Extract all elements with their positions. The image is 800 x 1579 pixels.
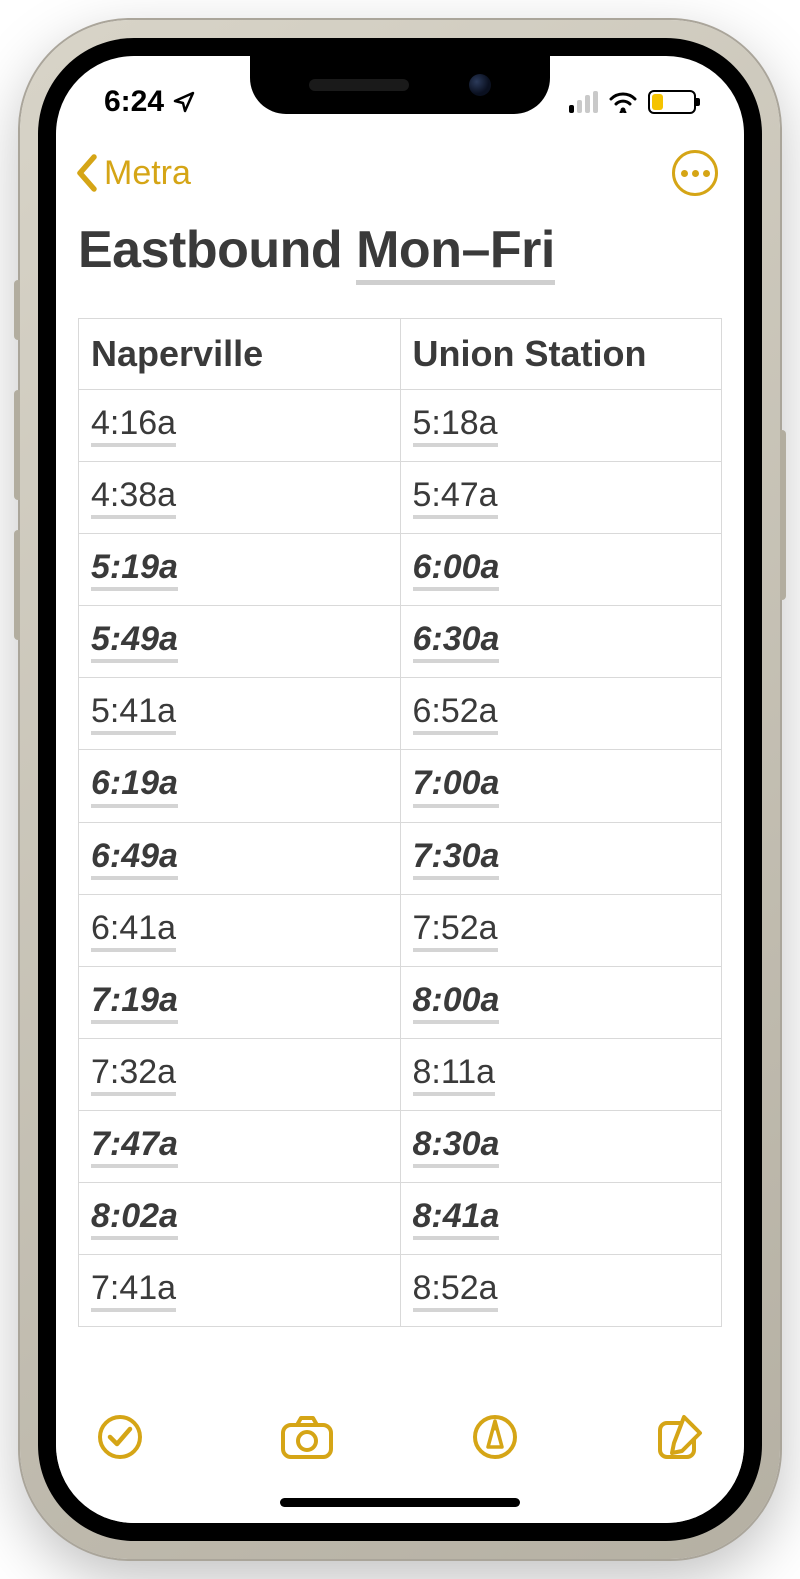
cell-departure: 7:41a [79,1255,401,1327]
checklist-button[interactable] [96,1413,144,1461]
table-row: 5:49a6:30a [79,606,722,678]
home-indicator[interactable] [280,1498,520,1507]
cell-departure: 6:19a [79,750,401,822]
cell-arrival: 8:52a [400,1255,722,1327]
markup-button[interactable] [471,1413,519,1461]
status-time: 6:24 [104,85,164,119]
cell-arrival: 7:30a [400,822,722,894]
camera-button[interactable] [279,1413,335,1461]
cell-arrival: 6:30a [400,606,722,678]
cell-departure: 4:16a [79,390,401,462]
table-row: 7:47a8:30a [79,1110,722,1182]
cell-departure: 8:02a [79,1183,401,1255]
note-content[interactable]: Eastbound Mon–Fri Naperville Union Stati… [56,206,744,1523]
cell-arrival: 7:52a [400,894,722,966]
cell-departure: 5:49a [79,606,401,678]
navigation-bar: Metra [56,132,744,206]
cell-arrival: 8:00a [400,966,722,1038]
back-button[interactable]: Metra [74,153,191,193]
table-row: 4:38a5:47a [79,462,722,534]
cell-departure: 4:38a [79,462,401,534]
column-header: Naperville [79,319,401,390]
location-icon [172,90,196,114]
cellular-icon [569,91,598,113]
note-title: Eastbound Mon–Fri [78,220,722,318]
table-row: 4:16a5:18a [79,390,722,462]
schedule-table: Naperville Union Station 4:16a5:18a4:38a… [78,318,722,1327]
cell-departure: 7:19a [79,966,401,1038]
cell-departure: 7:32a [79,1038,401,1110]
table-header-row: Naperville Union Station [79,319,722,390]
table-row: 7:41a8:52a [79,1255,722,1327]
table-row: 8:02a8:41a [79,1183,722,1255]
cell-arrival: 5:47a [400,462,722,534]
table-row: 5:19a6:00a [79,534,722,606]
table-row: 6:49a7:30a [79,822,722,894]
chevron-left-icon [74,153,102,193]
more-button[interactable] [672,150,718,196]
battery-icon [648,90,696,114]
table-row: 6:41a7:52a [79,894,722,966]
cell-arrival: 5:18a [400,390,722,462]
cell-departure: 7:47a [79,1110,401,1182]
cell-arrival: 8:30a [400,1110,722,1182]
cell-arrival: 6:52a [400,678,722,750]
phone-frame: 6:24 Metra [20,20,780,1559]
cell-arrival: 8:11a [400,1038,722,1110]
table-row: 6:19a7:00a [79,750,722,822]
cell-departure: 6:49a [79,822,401,894]
device-notch [250,56,550,114]
table-row: 7:19a8:00a [79,966,722,1038]
cell-departure: 6:41a [79,894,401,966]
cell-departure: 5:19a [79,534,401,606]
cell-arrival: 6:00a [400,534,722,606]
column-header: Union Station [400,319,722,390]
cell-arrival: 7:00a [400,750,722,822]
table-row: 7:32a8:11a [79,1038,722,1110]
wifi-icon [608,91,638,113]
compose-button[interactable] [654,1413,704,1463]
bottom-toolbar [56,1393,744,1523]
cell-arrival: 8:41a [400,1183,722,1255]
cell-departure: 5:41a [79,678,401,750]
back-label: Metra [104,154,191,193]
table-row: 5:41a6:52a [79,678,722,750]
